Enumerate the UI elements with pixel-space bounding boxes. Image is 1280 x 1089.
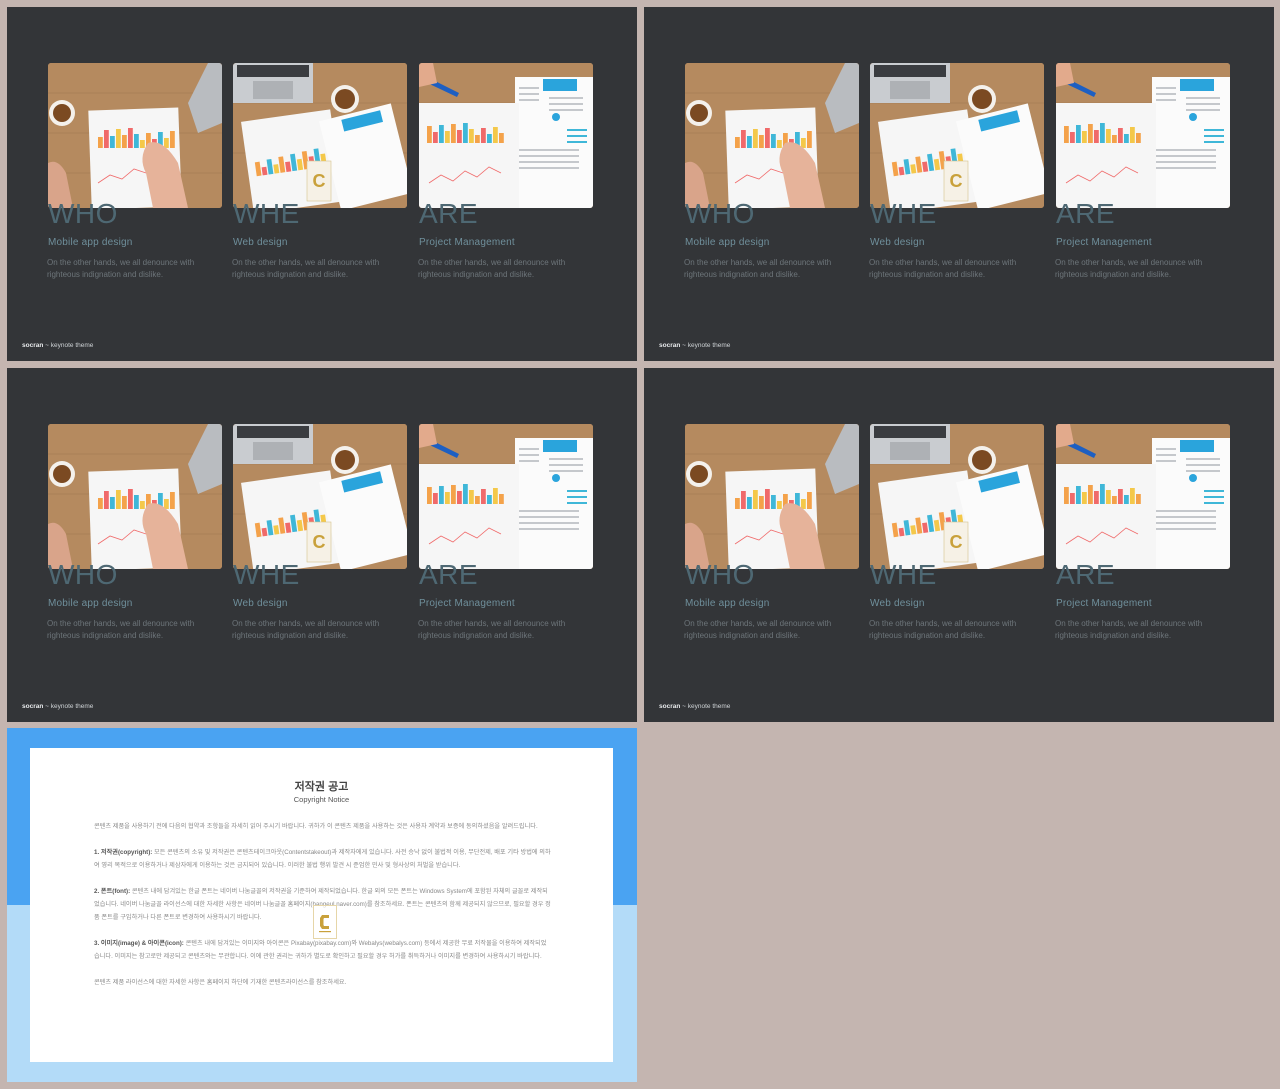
- card-title: Project Management: [419, 598, 515, 609]
- card-description: On the other hands, we all denounce with…: [232, 258, 380, 279]
- card-title: Web design: [233, 237, 288, 248]
- card-title: Project Management: [419, 237, 515, 248]
- copyright-section-1: 1. 저작권(copyright): 모든 콘텐츠의 소유 및 저작권은 콘텐츠…: [94, 846, 552, 872]
- feature-card: ARE Project Management On the other hands,…: [1055, 63, 1230, 279]
- section-2-heading: 2. 폰트(font):: [94, 888, 131, 895]
- feature-card: C WHE Web design On the other hands, we al…: [232, 63, 407, 279]
- card-description: On the other hands, we all denounce with…: [47, 258, 195, 279]
- footer-text: ~ keynote theme: [682, 342, 731, 349]
- copyright-card: 저작권 공고 Copyright Notice 콘텐츠 제품을 사용하기 전에 …: [30, 748, 613, 1062]
- card-description: On the other hands, we all denounce with…: [684, 619, 832, 640]
- svg-text:C: C: [313, 171, 326, 191]
- slide-footer: socran ~ keynote theme: [659, 703, 730, 710]
- card-word: ARE: [419, 559, 479, 590]
- section-3-heading: 3. 이미지(image) & 아이콘(icon):: [94, 940, 184, 947]
- card-description: On the other hands, we all denounce with…: [232, 619, 380, 640]
- card-word: WHE: [870, 559, 937, 590]
- footer-text: ~ keynote theme: [45, 342, 94, 349]
- feature-card: WHO Mobile app design On the other hands, …: [47, 63, 222, 279]
- footer-text: ~ keynote theme: [682, 703, 731, 710]
- feature-photo: [419, 63, 593, 208]
- feature-card: C WHE Web design On the other hands, we al…: [232, 424, 407, 640]
- footer-brand: socran: [22, 342, 44, 349]
- footer-text: ~ keynote theme: [45, 703, 94, 710]
- feature-photo: C: [870, 424, 1044, 569]
- section-1-heading: 1. 저작권(copyright):: [94, 849, 153, 856]
- copyright-intro: 콘텐츠 제품을 사용하기 전에 다음의 협약과 조항들을 자세히 읽어 주시기 …: [94, 823, 538, 830]
- feature-photo: [419, 424, 593, 569]
- card-description: On the other hands, we all denounce with…: [47, 619, 195, 640]
- card-description: On the other hands, we all denounce with…: [1055, 619, 1203, 640]
- slide-1: WHO Mobile app design On the other hands, …: [7, 7, 637, 361]
- svg-text:C: C: [950, 532, 963, 552]
- copyright-title: 저작권 공고: [294, 781, 349, 793]
- card-word: WHO: [685, 198, 755, 229]
- slide-4: WHO Mobile app design On the other hands, …: [644, 368, 1274, 722]
- card-title: Web design: [233, 598, 288, 609]
- card-description: On the other hands, we all denounce with…: [869, 258, 1017, 279]
- card-title: Project Management: [1056, 237, 1152, 248]
- slide-2: WHO Mobile app design On the other hands, …: [644, 7, 1274, 361]
- card-title: Mobile app design: [685, 598, 770, 609]
- card-word: WHE: [870, 198, 937, 229]
- copyright-subtitle: Copyright Notice: [293, 795, 350, 804]
- feature-photo: [1056, 424, 1230, 569]
- card-word: ARE: [1056, 198, 1116, 229]
- slide-3: WHO Mobile app design On the other hands, …: [7, 368, 637, 722]
- feature-photo: C: [233, 424, 407, 569]
- feature-card: ARE Project Management On the other hands,…: [1055, 424, 1230, 640]
- card-word: WHO: [48, 198, 118, 229]
- feature-photo: [48, 63, 222, 208]
- card-word: ARE: [419, 198, 479, 229]
- card-description: On the other hands, we all denounce with…: [418, 258, 566, 279]
- feature-card: ARE Project Management On the other hands,…: [418, 424, 593, 640]
- feature-photo: [48, 424, 222, 569]
- card-title: Web design: [870, 237, 925, 248]
- slide-footer: socran ~ keynote theme: [22, 342, 93, 349]
- card-title: Web design: [870, 598, 925, 609]
- card-word: WHO: [48, 559, 118, 590]
- feature-photo: [1056, 63, 1230, 208]
- feature-card: WHO Mobile app design On the other hands, …: [684, 63, 859, 279]
- feature-card: WHO Mobile app design On the other hands, …: [47, 424, 222, 640]
- footer-brand: socran: [22, 703, 44, 710]
- card-title: Project Management: [1056, 598, 1152, 609]
- card-description: On the other hands, we all denounce with…: [418, 619, 566, 640]
- card-word: WHE: [233, 559, 300, 590]
- card-title: Mobile app design: [48, 598, 133, 609]
- footer-brand: socran: [659, 342, 681, 349]
- copyright-section-3: 3. 이미지(image) & 아이콘(icon): 콘텐츠 내에 담겨있는 이…: [94, 937, 552, 963]
- feature-photo: [685, 63, 859, 208]
- card-word: WHE: [233, 198, 300, 229]
- card-word: ARE: [1056, 559, 1116, 590]
- slide-footer: socran ~ keynote theme: [659, 342, 730, 349]
- card-title: Mobile app design: [685, 237, 770, 248]
- feature-photo: [685, 424, 859, 569]
- svg-text:C: C: [313, 532, 326, 552]
- feature-photo: C: [233, 63, 407, 208]
- feature-card: ARE Project Management On the other hands,…: [418, 63, 593, 279]
- section-1-text: 모든 콘텐츠의 소유 및 저작권은 콘텐츠테이크아웃(Contentstakeo…: [94, 849, 551, 869]
- feature-photo: C: [870, 63, 1044, 208]
- svg-text:C: C: [950, 171, 963, 191]
- card-title: Mobile app design: [48, 237, 133, 248]
- contents-logo-watermark: [313, 905, 337, 939]
- footer-brand: socran: [659, 703, 681, 710]
- card-description: On the other hands, we all denounce with…: [1055, 258, 1203, 279]
- copyright-slide: 저작권 공고 Copyright Notice 콘텐츠 제품을 사용하기 전에 …: [7, 728, 637, 1082]
- feature-card: C WHE Web design On the other hands, we al…: [869, 63, 1044, 279]
- card-description: On the other hands, we all denounce with…: [869, 619, 1017, 640]
- card-description: On the other hands, we all denounce with…: [684, 258, 832, 279]
- copyright-outro: 콘텐츠 제품 라이선스에 대한 자세한 사항은 홈페이지 하단에 기재한 콘텐츠…: [94, 979, 347, 986]
- feature-card: C WHE Web design On the other hands, we al…: [869, 424, 1044, 640]
- feature-card: WHO Mobile app design On the other hands, …: [684, 424, 859, 640]
- slide-footer: socran ~ keynote theme: [22, 703, 93, 710]
- card-word: WHO: [685, 559, 755, 590]
